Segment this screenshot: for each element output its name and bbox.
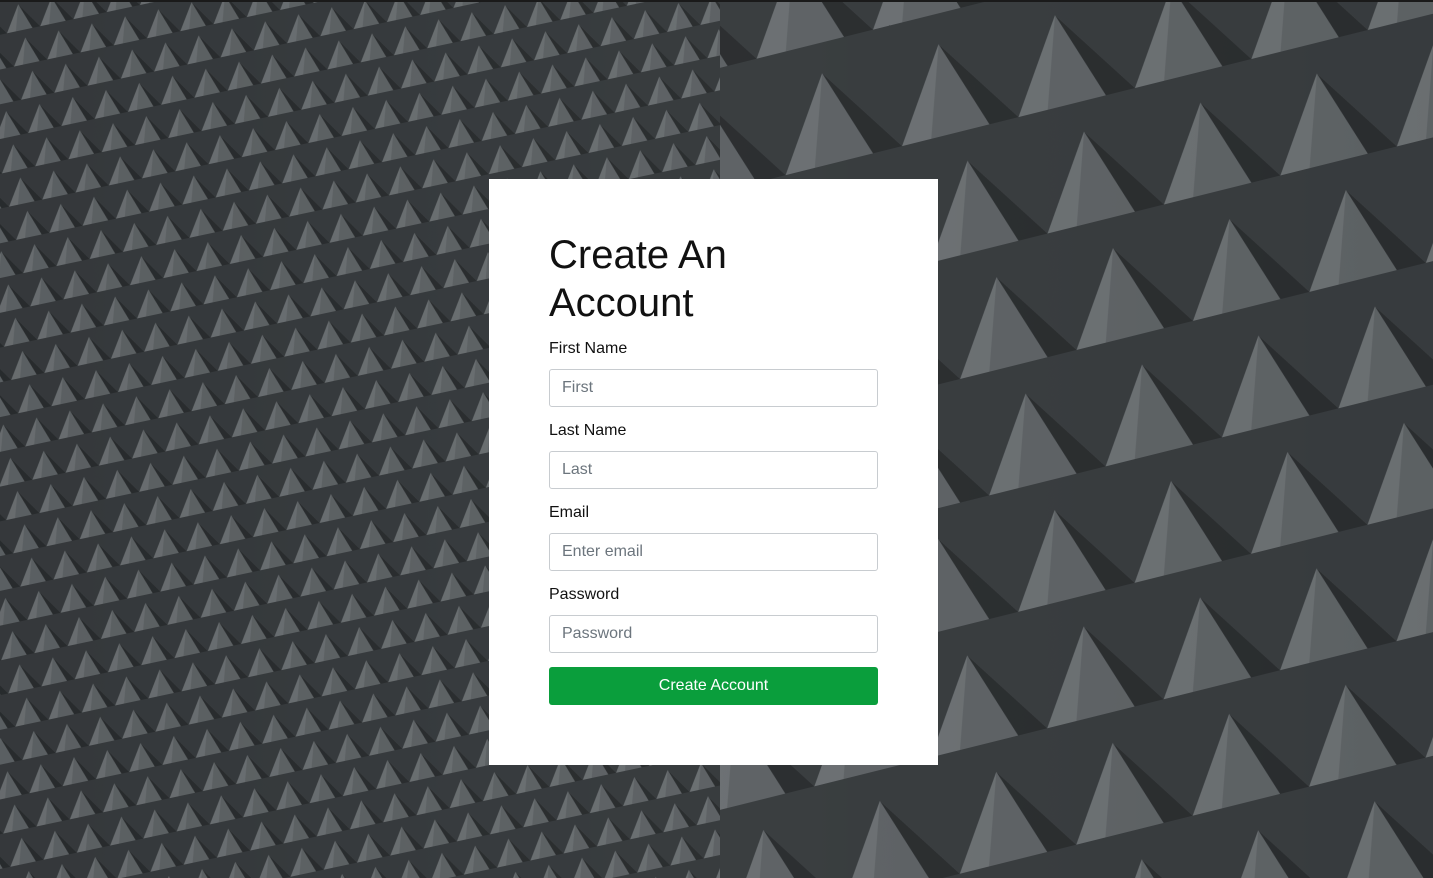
password-label: Password (549, 586, 620, 603)
last-name-group: Last Name (549, 421, 878, 489)
page-title: Create An Account (549, 233, 727, 325)
password-input[interactable] (549, 615, 878, 653)
email-group: Email (549, 503, 878, 571)
first-name-input[interactable] (549, 369, 878, 407)
first-name-label: First Name (549, 340, 628, 357)
last-name-label: Last Name (549, 422, 627, 439)
last-name-input[interactable] (549, 451, 878, 489)
signup-card: Create An Account First Name Last Name E… (489, 179, 938, 765)
email-label: Email (549, 504, 590, 521)
password-group: Password (549, 585, 878, 653)
top-border (0, 0, 1433, 2)
create-account-button[interactable]: Create Account (549, 667, 878, 705)
email-input[interactable] (549, 533, 878, 571)
signup-form: First Name Last Name Email Password Crea… (549, 339, 878, 705)
first-name-group: First Name (549, 339, 878, 407)
